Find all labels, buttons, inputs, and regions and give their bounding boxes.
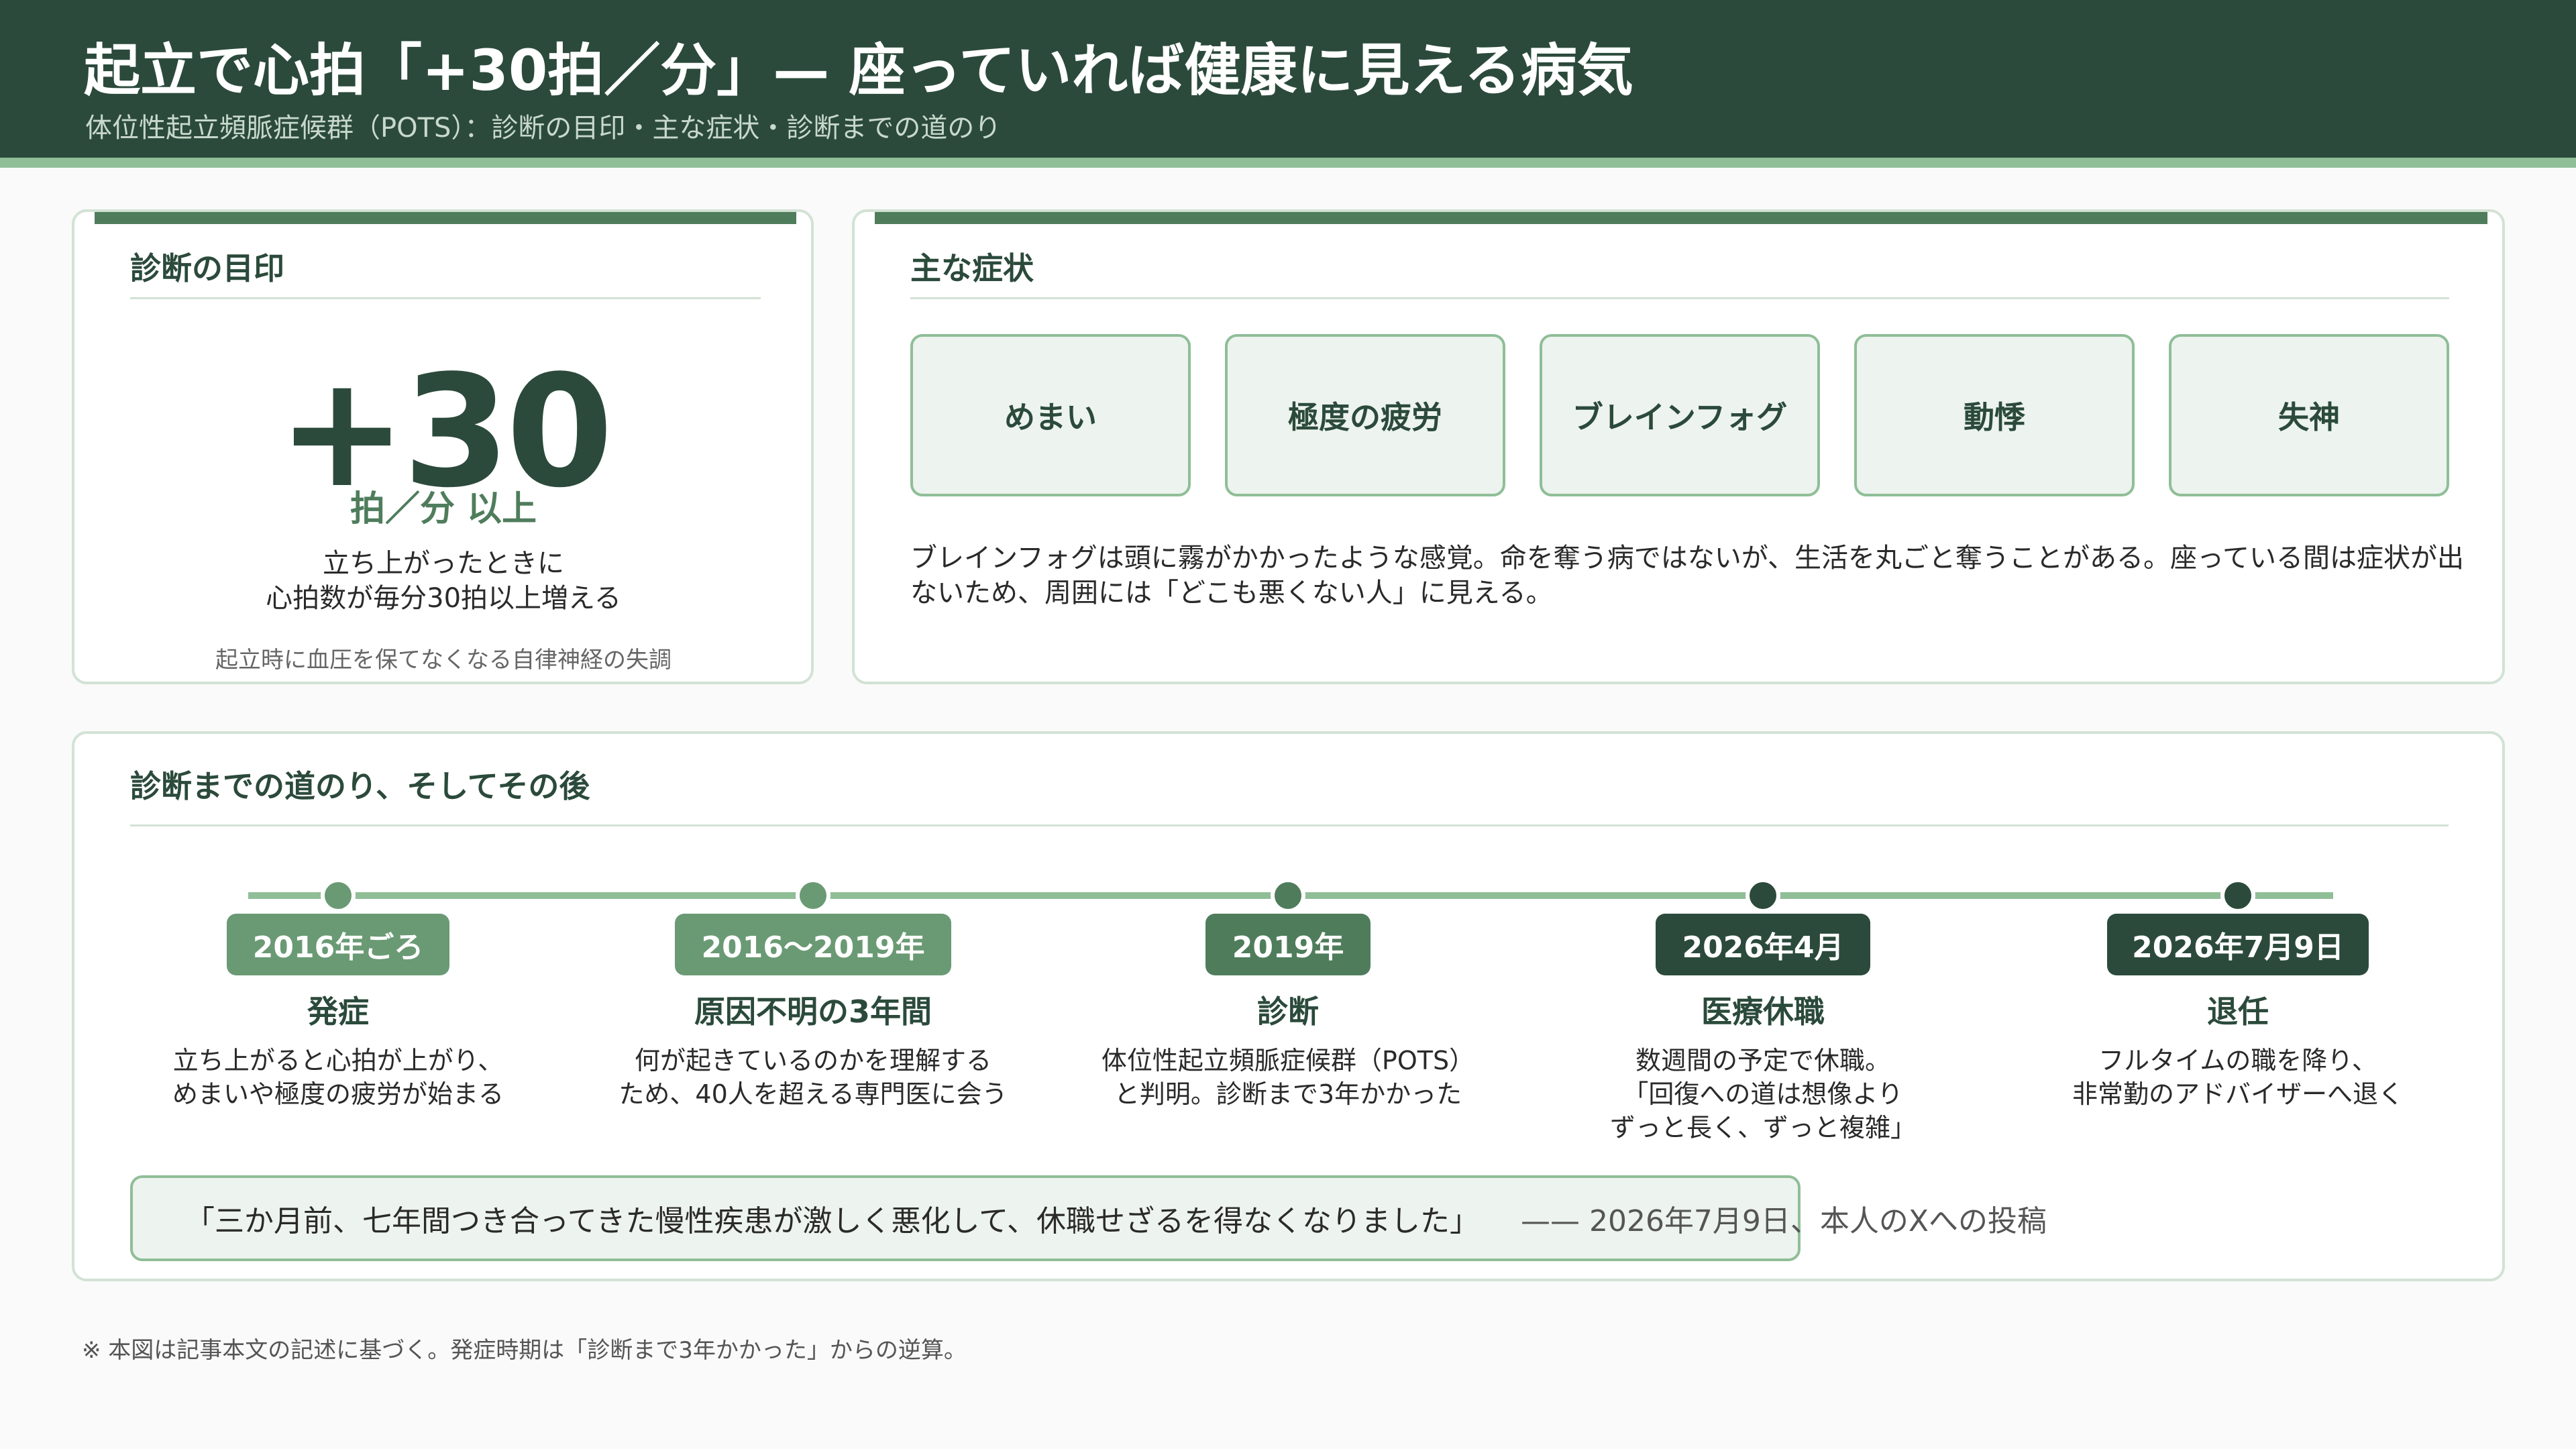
symptom-tile-fainting: 失神 (2169, 334, 2449, 496)
timeline-dot (796, 878, 830, 913)
page-title: 起立で心拍「+30拍／分」— 座っていれば健康に見える病気 (84, 38, 1633, 103)
timeline-event-description: 体位性起立頻脈症候群（POTS） と判明。診断まで3年かかった (1073, 1044, 1503, 1111)
timeline-date-badge: 2016〜2019年 (675, 914, 951, 975)
timeline-date-badge: 2019年 (1205, 914, 1371, 975)
timeline-date-badge: 2016年ごろ (227, 914, 449, 975)
timeline-dot (321, 878, 356, 913)
quote-box: 「三か月前、七年間つき合ってきた慢性疾患が激しく悪化して、休職せざるを得なくなり… (130, 1175, 2047, 1261)
timeline-dot (1271, 878, 1305, 913)
timeline-event-title: 医療休職 (1701, 994, 1825, 1030)
criteria-description-line: 立ち上がったときに (323, 548, 564, 579)
page-subtitle: 体位性起立頻脈症候群（POTS）：診断の目印・主な症状・診断までの道のり (85, 113, 1002, 144)
criteria-card-divider (130, 297, 761, 299)
symptom-tile-dizziness: めまい (910, 334, 1191, 496)
heart-rate-threshold-unit: 拍／分 以上 (350, 489, 537, 529)
timeline-event-description-line: フルタイムの職を降り、 (2098, 1046, 2377, 1075)
timeline-event-title: 原因不明の3年間 (694, 994, 932, 1030)
footnote: ※ 本図は記事本文の記述に基づく。発症時期は「診断まで3年かかった」からの逆算。 (82, 1337, 967, 1364)
timeline-event-title: 診断 (1257, 994, 1319, 1030)
criteria-card-accent-bar (95, 212, 796, 224)
criteria-description-line: 心拍数が毎分30拍以上増える (266, 583, 621, 614)
header-accent-stripe (0, 158, 2576, 168)
timeline-event-title: 退任 (2207, 994, 2269, 1030)
timeline-date-badge: 2026年7月9日 (2107, 914, 2369, 975)
timeline-event-description-line: 非常勤のアドバイザーへ退く (2072, 1079, 2404, 1109)
symptoms-card-accent-bar (875, 212, 2487, 224)
timeline-card-title: 診断までの道のり、そしてその後 (130, 768, 590, 804)
timeline-dot (2220, 878, 2255, 913)
timeline-event-description-line: めまいや極度の疲労が始まる (172, 1079, 504, 1109)
header-banner: 起立で心拍「+30拍／分」— 座っていれば健康に見える病気 体位性起立頻脈症候群… (0, 0, 2576, 158)
timeline-event-description: 数週間の予定で休職。 「回復への道は想像より ずっと長く、ずっと複雑」 (1548, 1044, 1978, 1144)
timeline-event-description-line: ずっと長く、ずっと複雑」 (1609, 1113, 1916, 1142)
timeline-event-description: 立ち上がると心拍が上がり、 めまいや極度の疲労が始まる (123, 1044, 553, 1111)
criteria-card: 診断の目印 +30 拍／分 以上 立ち上がったときに 心拍数が毎分30拍以上増え… (72, 209, 814, 684)
timeline-event-title: 発症 (307, 994, 369, 1030)
timeline-card: 診断までの道のり、そしてその後 2016年ごろ 2016〜2019年 2019年… (72, 731, 2505, 1281)
timeline-dot (1746, 878, 1780, 913)
timeline-event-description-line: ため、40人を超える専門医に会う (619, 1079, 1008, 1109)
quote-text: 「三か月前、七年間つき合ってきた慢性疾患が激しく悪化して、休職せざるを得なくなり… (185, 1204, 1479, 1238)
timeline-event-description: 何が起きているのかを理解する ため、40人を超える専門医に会う (598, 1044, 1028, 1111)
timeline-event-description: フルタイムの職を降り、 非常勤のアドバイザーへ退く (2023, 1044, 2453, 1111)
quote-source: —— 2026年7月9日、本人のXへの投稿 (1520, 1204, 2047, 1238)
timeline-event-description-line: 「回復への道は想像より (1623, 1079, 1903, 1109)
symptoms-card-title: 主な症状 (910, 250, 1034, 286)
symptoms-explanation: ブレインフォグは頭に霧がかかったような感覚。命を奪う病ではないが、生活を丸ごと奪… (910, 543, 2464, 608)
criteria-note: 起立時に血圧を保てなくなる自律神経の失調 (215, 647, 672, 674)
symptom-tile-palpitations: 動悸 (1854, 334, 2135, 496)
timeline-event-description-line: 数週間の予定で休職。 (1635, 1046, 1890, 1075)
timeline-card-divider (130, 824, 2449, 826)
timeline-event-description-line: と判明。診断まで3年かかった (1114, 1079, 1462, 1109)
criteria-description: 立ち上がったときに 心拍数が毎分30拍以上増える (74, 546, 812, 616)
timeline-event-description-line: 体位性起立頻脈症候群（POTS） (1101, 1046, 1475, 1075)
symptom-tile-fatigue: 極度の疲労 (1225, 334, 1505, 496)
symptoms-card-divider (910, 297, 2449, 299)
timeline-event-description-line: 立ち上がると心拍が上がり、 (172, 1046, 504, 1075)
timeline-event-description-line: 何が起きているのかを理解する (634, 1046, 991, 1075)
symptoms-card: 主な症状 めまい 極度の疲労 ブレインフォグ 動悸 失神 ブレインフォグは頭に霧… (852, 209, 2505, 684)
criteria-card-title: 診断の目印 (130, 250, 284, 286)
symptom-tile-brain-fog: ブレインフォグ (1540, 334, 1820, 496)
timeline-date-badge: 2026年4月 (1656, 914, 1870, 975)
